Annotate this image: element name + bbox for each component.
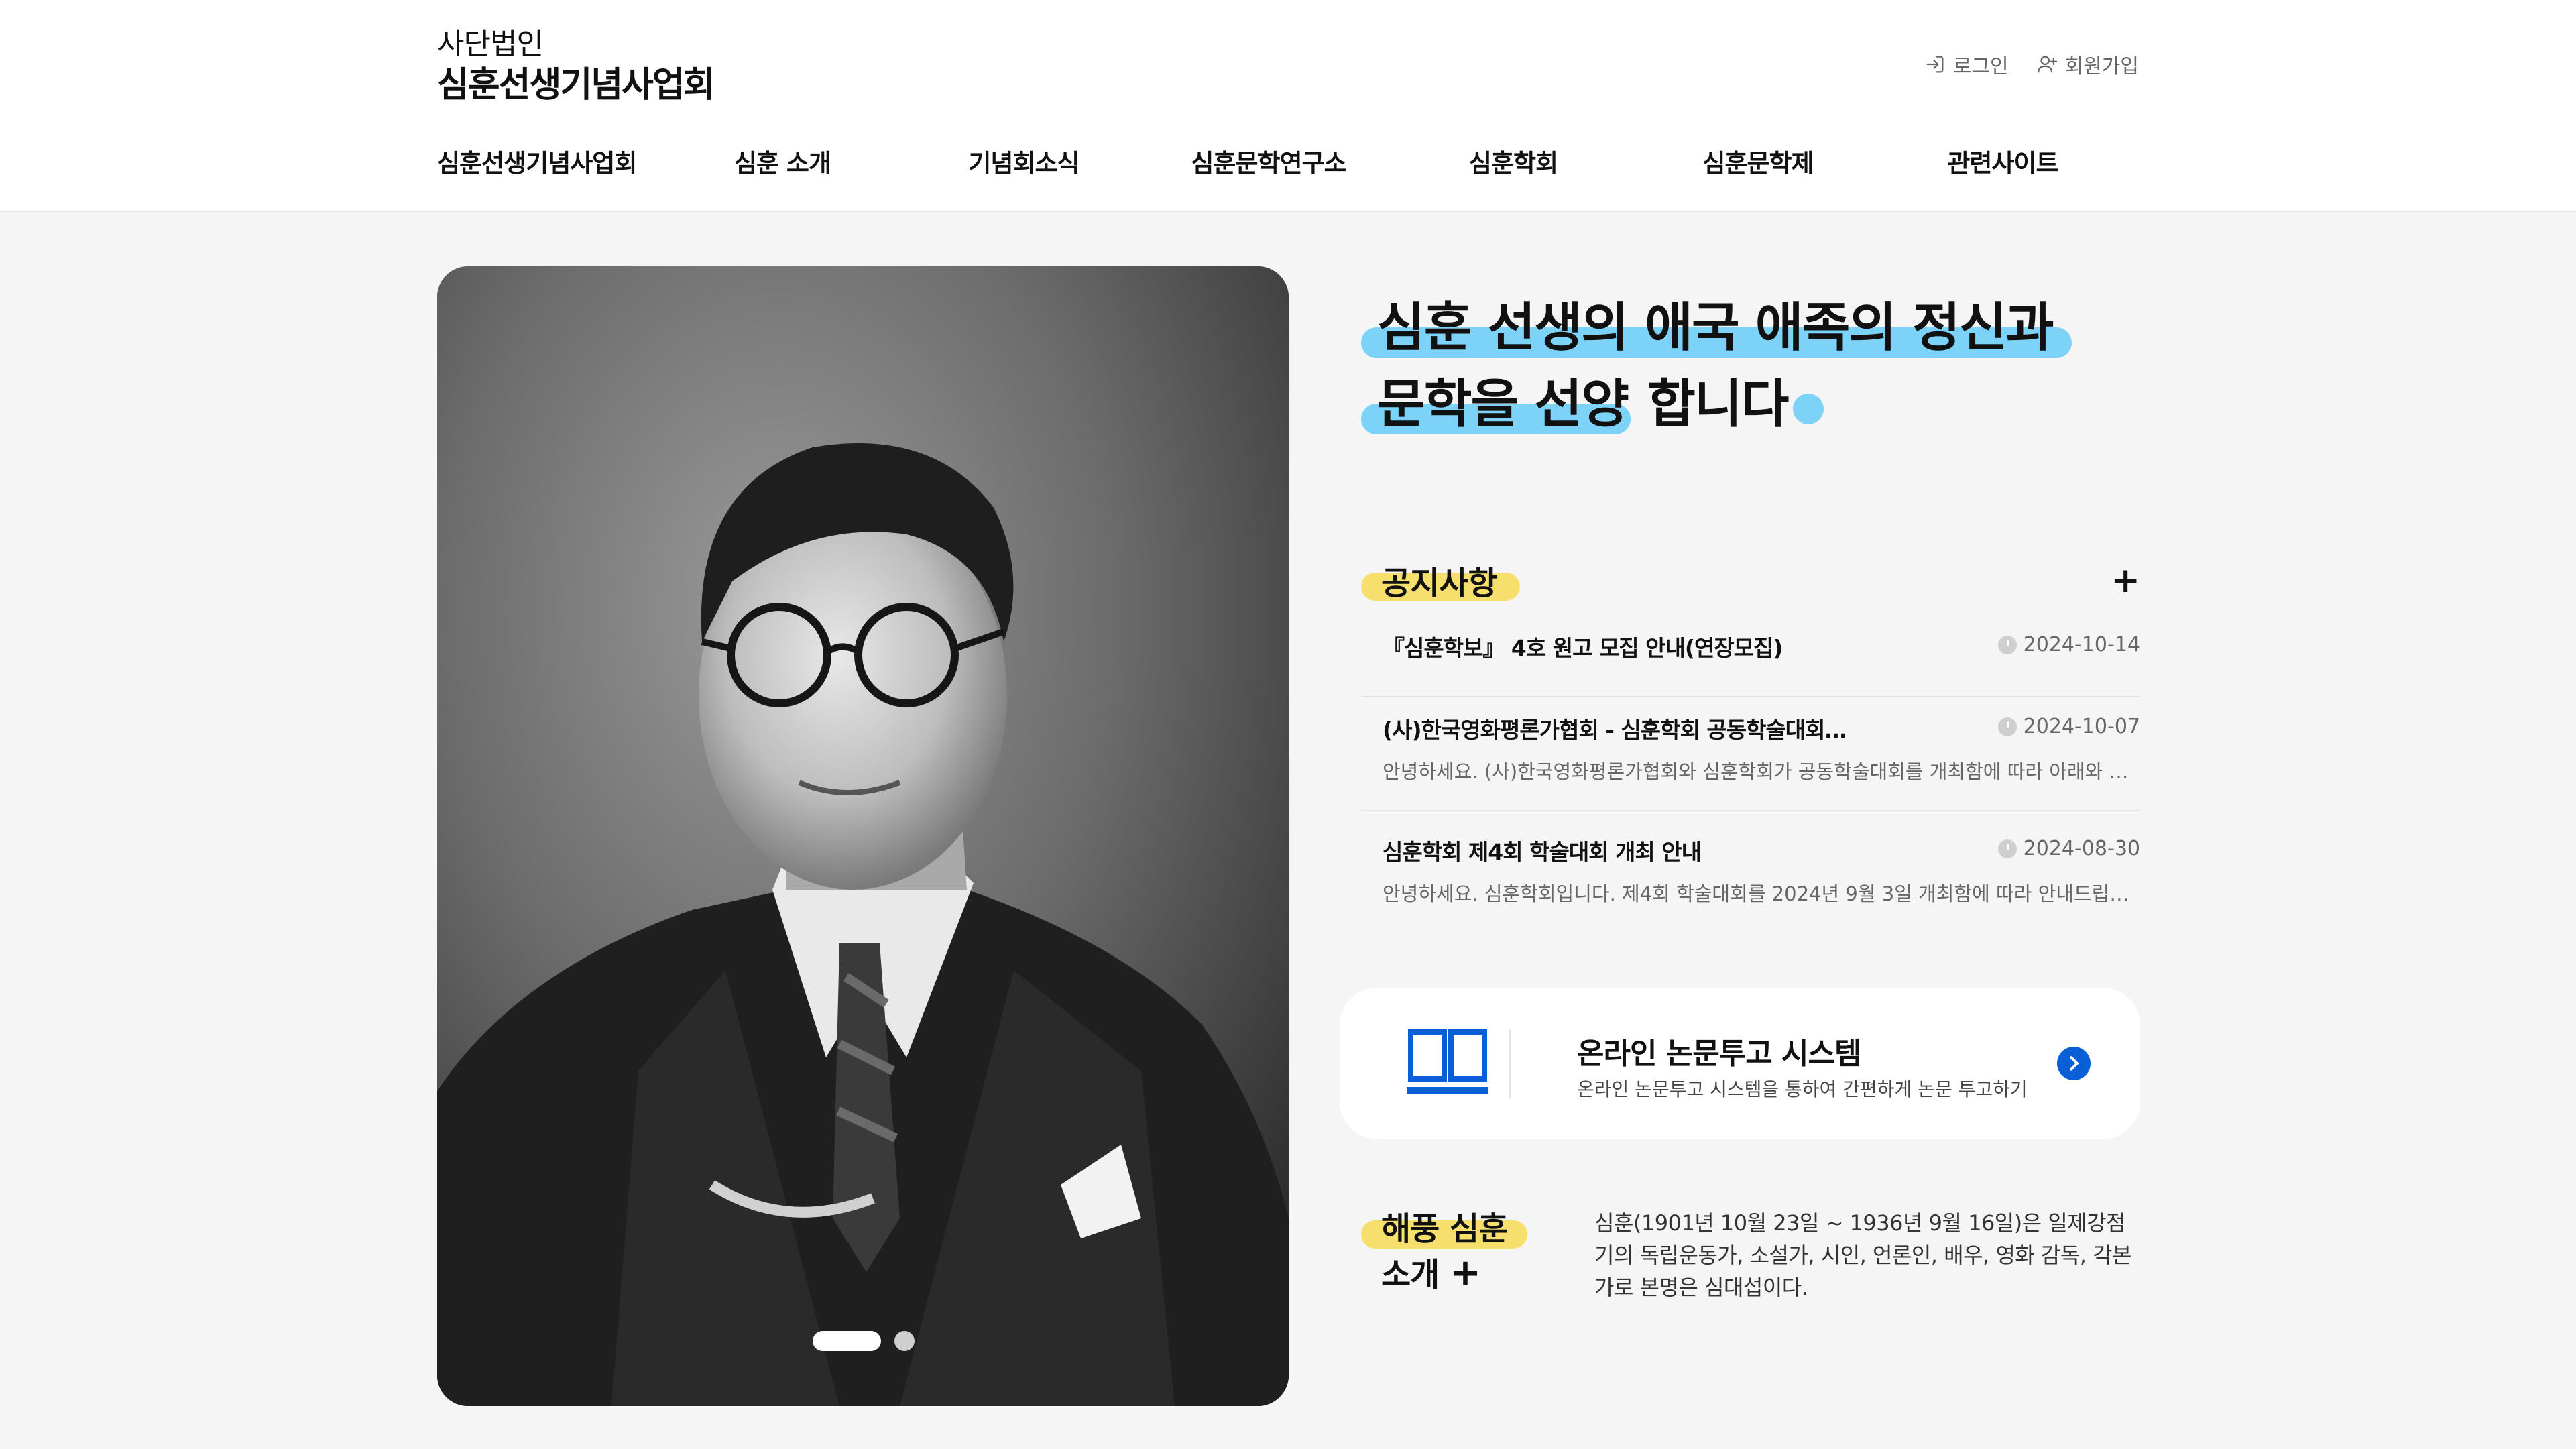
slider-dots <box>813 1331 915 1351</box>
nav-item-news[interactable]: 기념회소식 <box>913 143 1134 179</box>
portrait-image <box>437 266 1289 1406</box>
site-logo[interactable]: 사단법인 심훈선생기념사업회 <box>437 25 715 107</box>
slider-dot[interactable] <box>894 1331 915 1351</box>
hero-headline: 심훈 선생의 애국 애족의 정신과 문학을 선양 합니다 <box>1361 290 2072 443</box>
headline-line2-highlight: 문학을 선양 <box>1377 374 1629 434</box>
nav-item-about[interactable]: 심훈 소개 <box>652 143 913 179</box>
card-divider <box>1509 1029 1511 1098</box>
notice-title: 공지사항 <box>1381 565 1498 602</box>
submission-title: 온라인 논문투고 시스템 <box>1577 1037 1861 1071</box>
slider-dot-active[interactable] <box>813 1331 881 1351</box>
nav-item-institute[interactable]: 심훈문학연구소 <box>1134 143 1403 179</box>
clock-icon <box>1997 635 2017 654</box>
headline-line1: 심훈 선생의 애국 애족의 정신과 <box>1377 298 2054 358</box>
clock-icon <box>1997 839 2017 858</box>
login-icon <box>1926 56 1944 73</box>
intro-text: 심훈(1901년 10월 23일 ~ 1936년 9월 16일)은 일제강점기의… <box>1594 1210 2132 1300</box>
intro-title-line2: 소개 <box>1381 1256 1440 1293</box>
headline-line2-rest: 합니다 <box>1630 374 1789 434</box>
intro-title[interactable]: 해풍 심훈 소개 + <box>1361 1207 1528 1297</box>
notice-item-title: 『심훈학보』 4호 원고 모집 안내(연장모집) <box>1383 635 1783 661</box>
intro-title-line1: 해풍 심훈 <box>1381 1210 1508 1248</box>
notice-item-date: 2024-10-07 <box>1997 715 2140 738</box>
notice-item-summary: 안녕하세요. (사)한국영화평론가협회와 심훈학회가 공동학술대회를 개최함에 … <box>1383 760 2129 783</box>
nav-item-society[interactable]: 심훈학회 <box>1403 143 1624 179</box>
notice-list: 『심훈학보』 4호 원고 모집 안내(연장모집) 2024-10-14 (사)한… <box>1361 630 2140 912</box>
intro-plus-icon[interactable]: + <box>1450 1251 1481 1295</box>
notice-item-title: (사)한국영화평론가협회 - 심훈학회 공동학술대회… <box>1383 717 1847 743</box>
auth-links: 로그인 회원가입 <box>1924 50 2139 79</box>
headline-dot <box>1793 394 1824 424</box>
nav-item-association[interactable]: 심훈선생기념사업회 <box>437 143 652 179</box>
notice-item-date: 2024-10-14 <box>1997 633 2140 656</box>
notice-item[interactable]: 『심훈학보』 4호 원고 모집 안내(연장모집) 2024-10-14 <box>1361 630 2140 697</box>
notice-item[interactable]: 심훈학회 제4회 학술대회 개최 안내 2024-08-30 안녕하세요. 심훈… <box>1361 811 2140 912</box>
logo-org-type: 사단법인 <box>437 27 544 61</box>
notice-header: 공지사항 + <box>1361 557 2140 603</box>
paper-submission-card[interactable]: 온라인 논문투고 시스템 온라인 논문투고 시스템을 통하여 간편하게 논문 투… <box>1340 988 2140 1139</box>
notice-item-title: 심훈학회 제4회 학술대회 개최 안내 <box>1383 839 1702 865</box>
notice-item[interactable]: (사)한국영화평론가협회 - 심훈학회 공동학술대회… 2024-10-07 안… <box>1361 697 2140 811</box>
arrow-right-icon[interactable] <box>2057 1047 2091 1080</box>
book-icon <box>1407 1029 1488 1094</box>
submission-desc: 온라인 논문투고 시스템을 통하여 간편하게 논문 투고하기 <box>1577 1078 2028 1100</box>
login-label: 로그인 <box>1952 55 2009 78</box>
notice-item-date: 2024-08-30 <box>1997 837 2140 860</box>
site-header: 사단법인 심훈선생기념사업회 로그인 회원가입 심훈선생기념사업회 심훈 소개 … <box>0 0 2576 212</box>
clock-icon <box>1997 717 2017 736</box>
notice-more-button[interactable]: + <box>2111 563 2140 598</box>
hero-portrait <box>437 266 1289 1406</box>
notice-item-summary: 안녕하세요. 심훈학회입니다. 제4회 학술대회를 2024년 9월 3일 개최… <box>1383 882 2129 905</box>
nav-item-festival[interactable]: 심훈문학제 <box>1624 143 1892 179</box>
login-link[interactable]: 로그인 <box>1924 50 2009 79</box>
signup-label: 회원가입 <box>2064 55 2139 78</box>
nav-item-related[interactable]: 관련사이트 <box>1892 143 2113 179</box>
logo-org-name: 심훈선생기념사업회 <box>437 65 715 105</box>
main-nav: 심훈선생기념사업회 심훈 소개 기념회소식 심훈문학연구소 심훈학회 심훈문학제… <box>437 137 2139 184</box>
signup-link[interactable]: 회원가입 <box>2036 50 2139 79</box>
signup-icon <box>2037 56 2057 73</box>
